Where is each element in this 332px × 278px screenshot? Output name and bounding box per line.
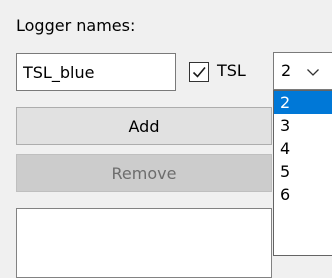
remove-button[interactable]: Remove	[16, 154, 272, 192]
tsl-checkbox[interactable]	[189, 62, 209, 82]
check-icon	[192, 66, 206, 78]
remove-button-label: Remove	[111, 163, 177, 183]
logger-names-heading: Logger names:	[16, 16, 136, 35]
count-select-value: 2	[281, 61, 292, 80]
add-button-label: Add	[128, 116, 160, 136]
count-select-dropdown[interactable]: 2 3 4 5 6	[273, 90, 332, 256]
dropdown-option-4[interactable]: 4	[274, 137, 332, 160]
dropdown-option-2[interactable]: 2	[274, 91, 332, 114]
dropdown-option-5[interactable]: 5	[274, 160, 332, 183]
dropdown-option-6[interactable]: 6	[274, 183, 332, 206]
dropdown-option-3[interactable]: 3	[274, 114, 332, 137]
count-select[interactable]: 2	[273, 52, 332, 90]
add-button[interactable]: Add	[16, 107, 272, 145]
logger-name-input[interactable]	[16, 53, 176, 91]
tsl-checkbox-label[interactable]: TSL	[217, 60, 246, 82]
logger-names-list[interactable]	[16, 208, 272, 278]
chevron-down-icon	[307, 69, 319, 76]
